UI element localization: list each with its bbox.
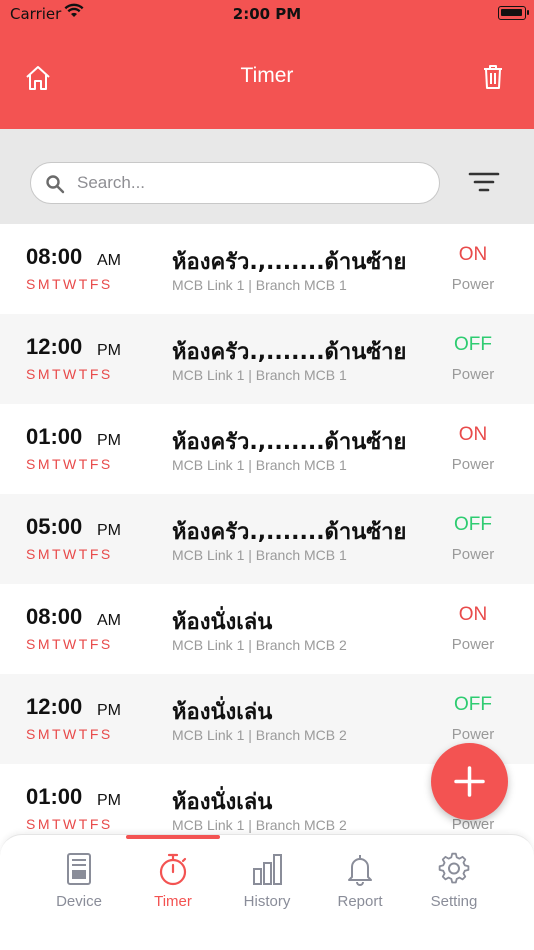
timer-time: 01:00 — [26, 424, 83, 449]
timer-days: SMTWTFS — [26, 816, 113, 832]
timer-ampm: PM — [97, 792, 121, 809]
timer-name: ห้องนั่งเล่น — [172, 700, 273, 725]
trash-icon[interactable] — [482, 63, 504, 91]
timer-days: SMTWTFS — [26, 276, 113, 292]
search-box[interactable] — [30, 162, 440, 204]
tab-label: Timer — [154, 893, 192, 910]
timer-subtitle: MCB Link 1 | Branch MCB 1 — [172, 277, 347, 293]
timer-name: ห้องครัว.,.......ด้านซ้าย — [172, 340, 407, 365]
bell-icon — [344, 851, 376, 887]
timer-kind: Power — [451, 456, 495, 473]
search-input[interactable] — [77, 169, 427, 197]
timer-time: 08:00 — [26, 244, 83, 269]
search-icon — [45, 174, 65, 194]
bar-chart-icon — [251, 851, 283, 887]
add-timer-button[interactable] — [431, 743, 508, 820]
timer-days: SMTWTFS — [26, 636, 113, 652]
timer-state: OFF — [454, 514, 492, 535]
gear-icon — [438, 851, 470, 887]
battery-icon — [498, 6, 529, 20]
status-time: 2:00 PM — [232, 5, 302, 23]
timer-row[interactable]: 01:00 PM SMTWTFS ห้องครัว.,.......ด้านซ้… — [0, 404, 534, 494]
timer-state: OFF — [454, 694, 492, 715]
page-title: Timer — [240, 64, 294, 87]
timer-row[interactable]: 08:00 AM SMTWTFS ห้องนั่งเล่น MCB Link 1… — [0, 584, 534, 674]
timer-kind: Power — [451, 636, 495, 653]
status-bar: Carrier 2:00 PM — [0, 0, 534, 28]
timer-name: ห้องนั่งเล่น — [172, 790, 273, 815]
timer-subtitle: MCB Link 1 | Branch MCB 2 — [172, 637, 347, 653]
timer-days: SMTWTFS — [26, 456, 113, 472]
device-icon — [63, 851, 95, 887]
timer-kind: Power — [451, 366, 495, 383]
timer-subtitle: MCB Link 1 | Branch MCB 2 — [172, 817, 347, 833]
tab-label: History — [243, 893, 291, 910]
timer-ampm: AM — [97, 252, 121, 269]
timer-name: ห้องครัว.,.......ด้านซ้าย — [172, 430, 407, 455]
timer-row[interactable]: 08:00 AM SMTWTFS ห้องครัว.,.......ด้านซ้… — [0, 224, 534, 314]
tab-setting[interactable]: Setting — [407, 835, 501, 935]
tab-label: Setting — [430, 893, 478, 910]
timer-time: 05:00 — [26, 514, 83, 539]
tab-timer[interactable]: Timer — [126, 835, 220, 935]
timer-subtitle: MCB Link 1 | Branch MCB 1 — [172, 457, 347, 473]
search-bar — [0, 129, 534, 224]
timer-time: 01:00 — [26, 784, 83, 809]
timer-state: OFF — [454, 334, 492, 355]
timer-time: 12:00 — [26, 334, 83, 359]
timer-state: ON — [458, 424, 488, 445]
timer-ampm: AM — [97, 612, 121, 629]
timer-subtitle: MCB Link 1 | Branch MCB 1 — [172, 547, 347, 563]
tab-report[interactable]: Report — [313, 835, 407, 935]
tab-label: Report — [337, 893, 383, 910]
timer-days: SMTWTFS — [26, 726, 113, 742]
timer-ampm: PM — [97, 342, 121, 359]
tab-label: Device — [56, 893, 102, 910]
timer-row[interactable]: 05:00 PM SMTWTFS ห้องครัว.,.......ด้านซ้… — [0, 494, 534, 584]
timer-state: ON — [458, 244, 488, 265]
nav-bar: Timer — [0, 28, 534, 129]
tab-history[interactable]: History — [220, 835, 314, 935]
timer-state: ON — [458, 604, 488, 625]
timer-kind: Power — [451, 276, 495, 293]
timer-name: ห้องครัว.,.......ด้านซ้าย — [172, 520, 407, 545]
timer-ampm: PM — [97, 432, 121, 449]
timer-time: 08:00 — [26, 604, 83, 629]
timer-list: 08:00 AM SMTWTFS ห้องครัว.,.......ด้านซ้… — [0, 224, 534, 834]
timer-name: ห้องนั่งเล่น — [172, 610, 273, 635]
timer-kind: Power — [451, 726, 495, 743]
timer-ampm: PM — [97, 522, 121, 539]
stopwatch-icon — [157, 851, 189, 887]
timer-ampm: PM — [97, 702, 121, 719]
filter-icon[interactable] — [468, 171, 500, 193]
timer-kind: Power — [451, 546, 495, 563]
timer-days: SMTWTFS — [26, 366, 113, 382]
timer-days: SMTWTFS — [26, 546, 113, 562]
plus-icon — [454, 766, 485, 797]
timer-time: 12:00 — [26, 694, 83, 719]
timer-row[interactable]: 12:00 PM SMTWTFS ห้องครัว.,.......ด้านซ้… — [0, 314, 534, 404]
timer-name: ห้องครัว.,.......ด้านซ้าย — [172, 250, 407, 275]
timer-subtitle: MCB Link 1 | Branch MCB 1 — [172, 367, 347, 383]
tab-bar: Device Timer History Report Setting — [0, 834, 534, 950]
timer-subtitle: MCB Link 1 | Branch MCB 2 — [172, 727, 347, 743]
tab-device[interactable]: Device — [32, 835, 126, 935]
